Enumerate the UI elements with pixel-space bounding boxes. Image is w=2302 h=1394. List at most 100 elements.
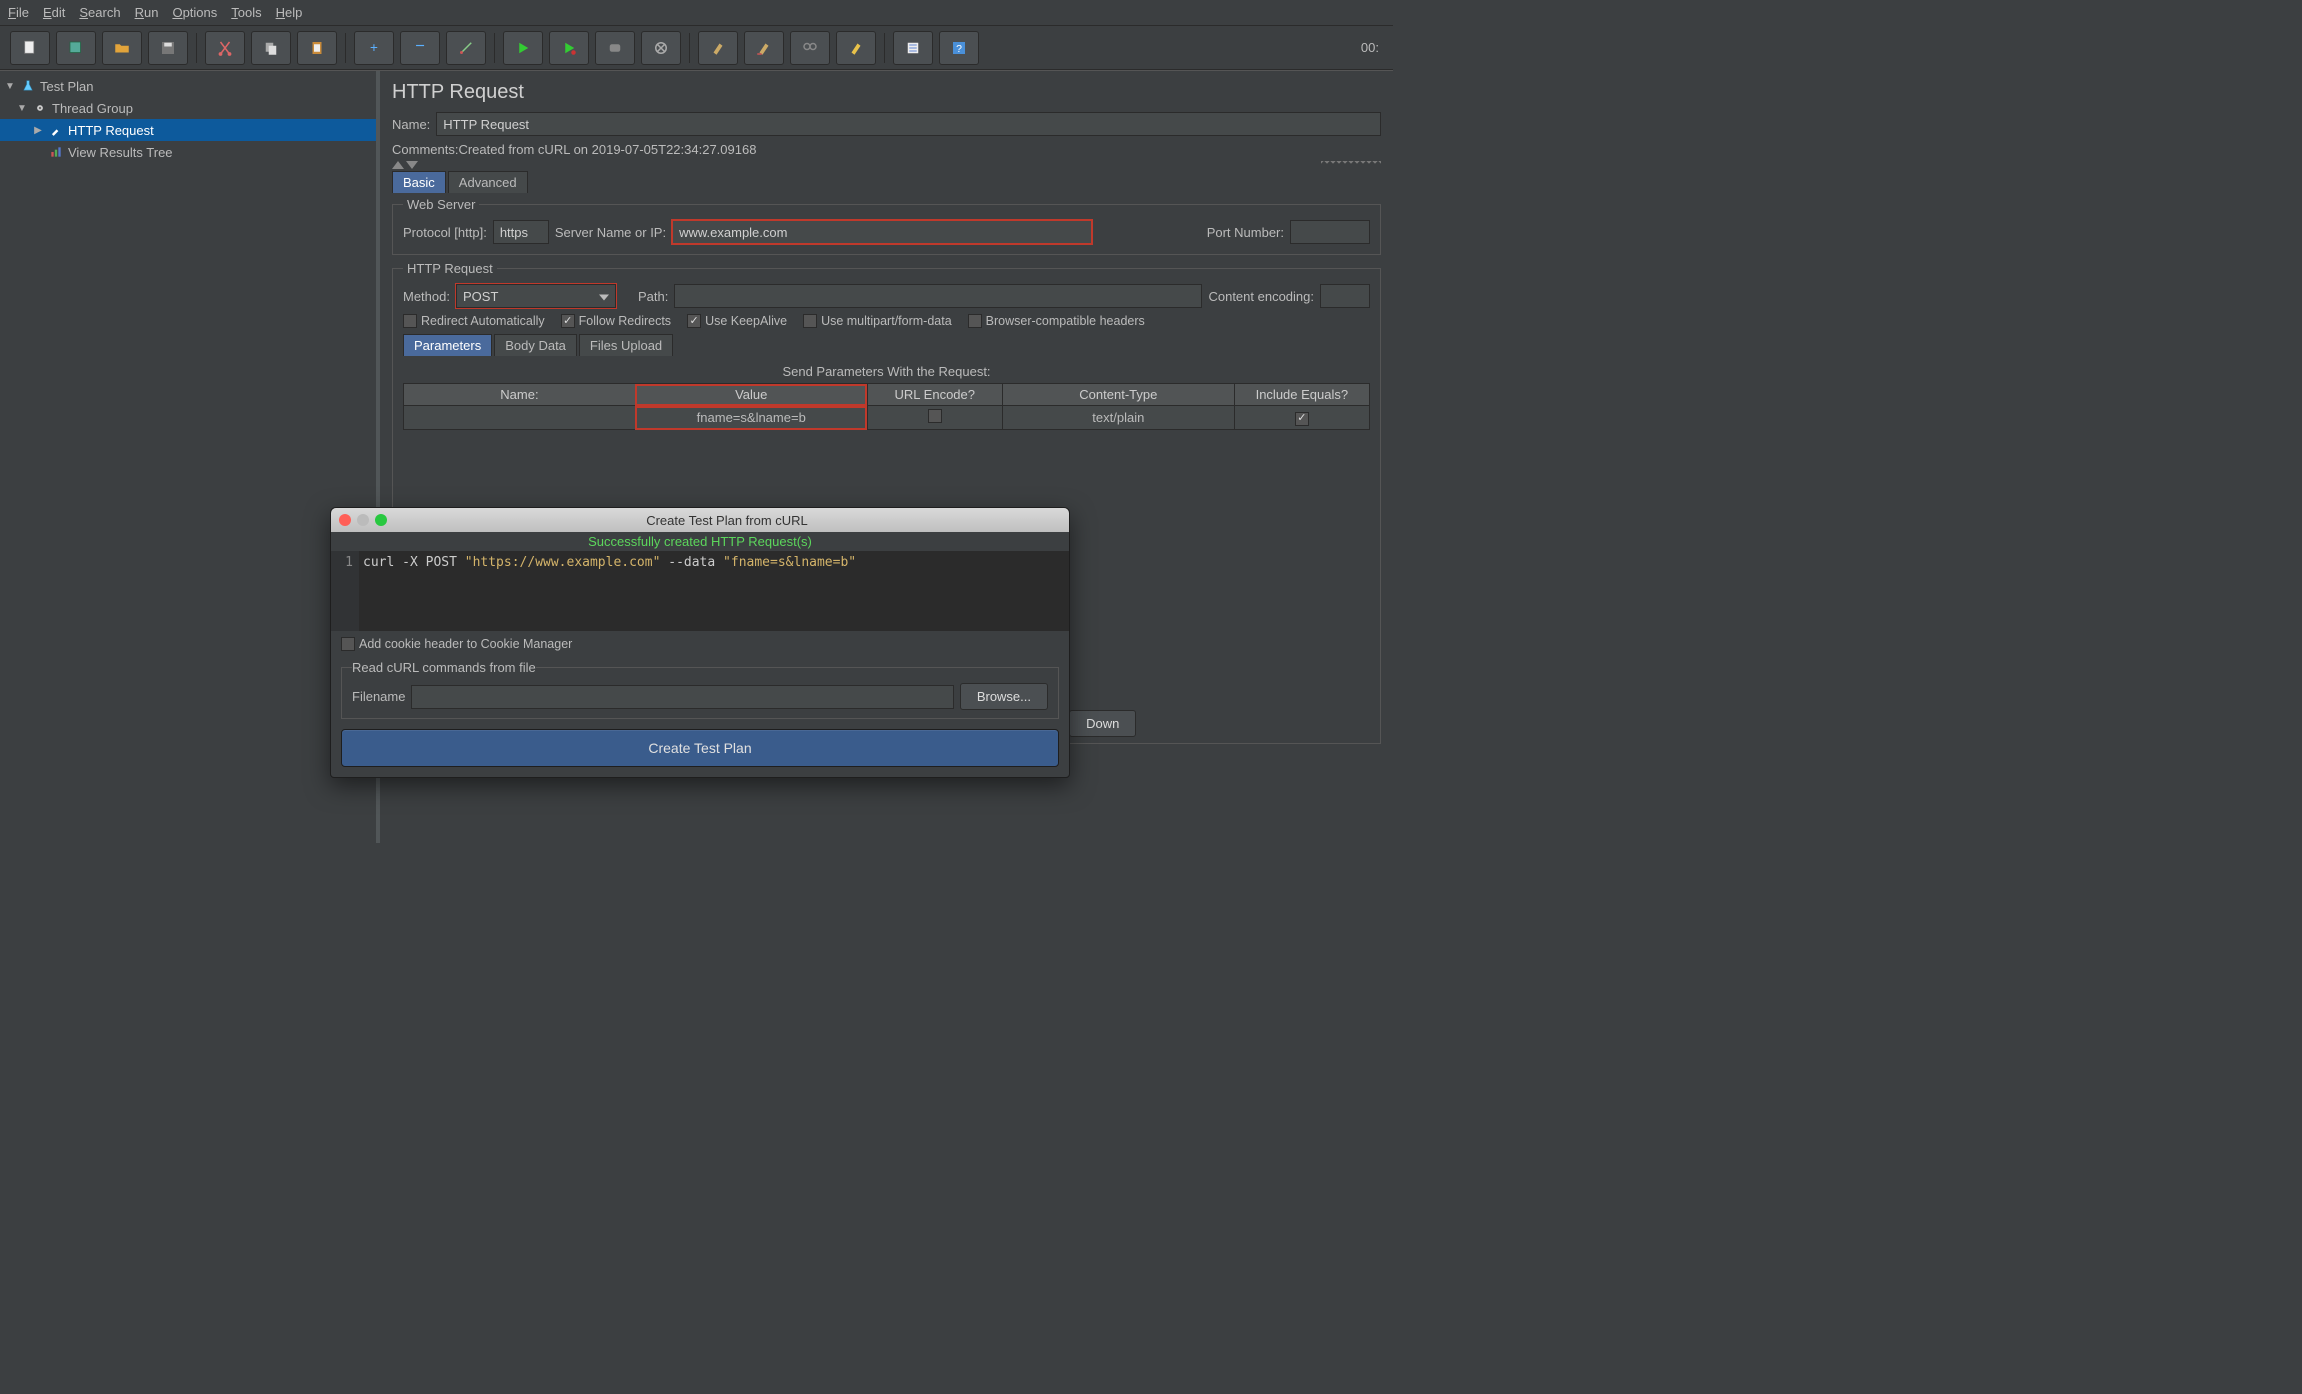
menu-search[interactable]: Search xyxy=(79,5,120,20)
comments-text: Comments:Created from cURL on 2019-07-05… xyxy=(392,142,1381,157)
menu-edit[interactable]: Edit xyxy=(43,5,65,20)
cell-content-type[interactable]: text/plain xyxy=(1002,406,1234,430)
dropper-icon xyxy=(48,122,64,138)
start-icon[interactable] xyxy=(503,31,543,65)
chk-follow-redirects[interactable]: Follow Redirects xyxy=(561,314,671,328)
table-row[interactable]: fname=s&lname=b text/plain xyxy=(404,406,1370,430)
new-icon[interactable] xyxy=(10,31,50,65)
clear-all-icon[interactable] xyxy=(744,31,784,65)
svg-text:−: − xyxy=(415,39,425,55)
name-label: Name: xyxy=(392,117,430,132)
method-select[interactable]: POST xyxy=(456,284,616,308)
read-curl-file-group: Read cURL commands from file Filename Br… xyxy=(341,660,1059,719)
col-url-encode[interactable]: URL Encode? xyxy=(867,384,1002,406)
stop-icon[interactable] xyxy=(595,31,635,65)
server-input[interactable] xyxy=(672,220,1092,244)
test-plan-tree[interactable]: ▼ Test Plan ▼ Thread Group ▶ HTTP Reques… xyxy=(0,71,380,843)
chart-icon xyxy=(48,144,64,160)
protocol-input[interactable] xyxy=(493,220,549,244)
dialog-titlebar[interactable]: Create Test Plan from cURL xyxy=(331,508,1069,532)
tab-advanced[interactable]: Advanced xyxy=(448,171,528,193)
resize-grip-icon[interactable] xyxy=(1321,161,1381,167)
tab-files-upload[interactable]: Files Upload xyxy=(579,334,673,356)
menu-run[interactable]: Run xyxy=(135,5,159,20)
cell-include-equals[interactable] xyxy=(1234,406,1369,430)
tree-view-results[interactable]: ▶ View Results Tree xyxy=(0,141,376,163)
col-content-type[interactable]: Content-Type xyxy=(1002,384,1234,406)
help-icon[interactable]: ? xyxy=(939,31,979,65)
menu-options[interactable]: Options xyxy=(172,5,217,20)
collapse-icon[interactable]: − xyxy=(400,31,440,65)
expand-icon[interactable]: + xyxy=(354,31,394,65)
start-no-timers-icon[interactable] xyxy=(549,31,589,65)
function-helper-icon[interactable] xyxy=(893,31,933,65)
search-tree-icon[interactable] xyxy=(790,31,830,65)
open-icon[interactable] xyxy=(102,31,142,65)
tree-toggle-icon[interactable]: ▼ xyxy=(16,103,28,114)
encoding-label: Content encoding: xyxy=(1208,289,1314,304)
tree-label: View Results Tree xyxy=(68,145,173,160)
chk-browser-headers[interactable]: Browser-compatible headers xyxy=(968,314,1145,328)
reset-search-icon[interactable] xyxy=(836,31,876,65)
browse-button[interactable]: Browse... xyxy=(960,683,1048,710)
close-icon[interactable] xyxy=(339,514,351,526)
tree-label: HTTP Request xyxy=(68,123,154,138)
copy-icon[interactable] xyxy=(251,31,291,65)
collapse-handle[interactable] xyxy=(392,161,418,169)
filename-input[interactable] xyxy=(411,685,953,709)
port-input[interactable] xyxy=(1290,220,1370,244)
tree-label: Thread Group xyxy=(52,101,133,116)
curl-code[interactable]: curl -X POST "https://www.example.com" -… xyxy=(359,551,1069,631)
arrow-down-icon[interactable] xyxy=(406,161,418,169)
tab-body-data[interactable]: Body Data xyxy=(494,334,577,356)
cell-value[interactable]: fname=s&lname=b xyxy=(635,406,867,430)
cut-icon[interactable] xyxy=(205,31,245,65)
params-table[interactable]: Name: Value URL Encode? Content-Type Inc… xyxy=(403,383,1370,430)
chk-multipart[interactable]: Use multipart/form-data xyxy=(803,314,952,328)
menu-tools[interactable]: Tools xyxy=(231,5,261,20)
elapsed-time: 00: xyxy=(1361,40,1383,55)
col-name[interactable]: Name: xyxy=(404,384,636,406)
tree-label: Test Plan xyxy=(40,79,93,94)
toggle-icon[interactable] xyxy=(446,31,486,65)
method-label: Method: xyxy=(403,289,450,304)
encoding-input[interactable] xyxy=(1320,284,1370,308)
tree-toggle-icon[interactable]: ▶ xyxy=(32,125,44,136)
menu-file[interactable]: File xyxy=(8,5,29,20)
tab-basic[interactable]: Basic xyxy=(392,171,446,193)
create-test-plan-button[interactable]: Create Test Plan xyxy=(341,729,1059,767)
col-value[interactable]: Value xyxy=(635,384,867,406)
request-tabs: Basic Advanced xyxy=(392,171,1381,193)
tree-toggle-icon[interactable]: ▼ xyxy=(4,81,16,92)
menu-help[interactable]: Help xyxy=(276,5,303,20)
minimize-icon[interactable] xyxy=(357,514,369,526)
protocol-label: Protocol [http]: xyxy=(403,225,487,240)
zoom-icon[interactable] xyxy=(375,514,387,526)
chk-cookie-header[interactable]: Add cookie header to Cookie Manager xyxy=(341,637,572,651)
col-include-equals[interactable]: Include Equals? xyxy=(1234,384,1369,406)
flask-icon xyxy=(20,78,36,94)
shutdown-icon[interactable] xyxy=(641,31,681,65)
paste-icon[interactable] xyxy=(297,31,337,65)
cell-name[interactable] xyxy=(404,406,636,430)
tab-parameters[interactable]: Parameters xyxy=(403,334,492,356)
gear-icon xyxy=(32,100,48,116)
port-label: Port Number: xyxy=(1207,225,1284,240)
clear-icon[interactable] xyxy=(698,31,738,65)
params-header: Send Parameters With the Request: xyxy=(403,360,1370,383)
curl-code-area[interactable]: 1 curl -X POST "https://www.example.com"… xyxy=(331,551,1069,631)
save-icon[interactable] xyxy=(148,31,188,65)
chk-redirect-auto[interactable]: Redirect Automatically xyxy=(403,314,545,328)
name-input[interactable] xyxy=(436,112,1381,136)
down-button[interactable]: Down xyxy=(1069,710,1136,737)
templates-icon[interactable] xyxy=(56,31,96,65)
tree-test-plan[interactable]: ▼ Test Plan xyxy=(0,75,376,97)
tree-thread-group[interactable]: ▼ Thread Group xyxy=(0,97,376,119)
toolbar: + − ? 00: xyxy=(0,26,1393,70)
cell-url-encode[interactable] xyxy=(867,406,1002,430)
web-server-legend: Web Server xyxy=(403,197,479,212)
chk-keepalive[interactable]: Use KeepAlive xyxy=(687,314,787,328)
arrow-up-icon[interactable] xyxy=(392,161,404,169)
tree-http-request[interactable]: ▶ HTTP Request xyxy=(0,119,376,141)
path-input[interactable] xyxy=(674,284,1202,308)
